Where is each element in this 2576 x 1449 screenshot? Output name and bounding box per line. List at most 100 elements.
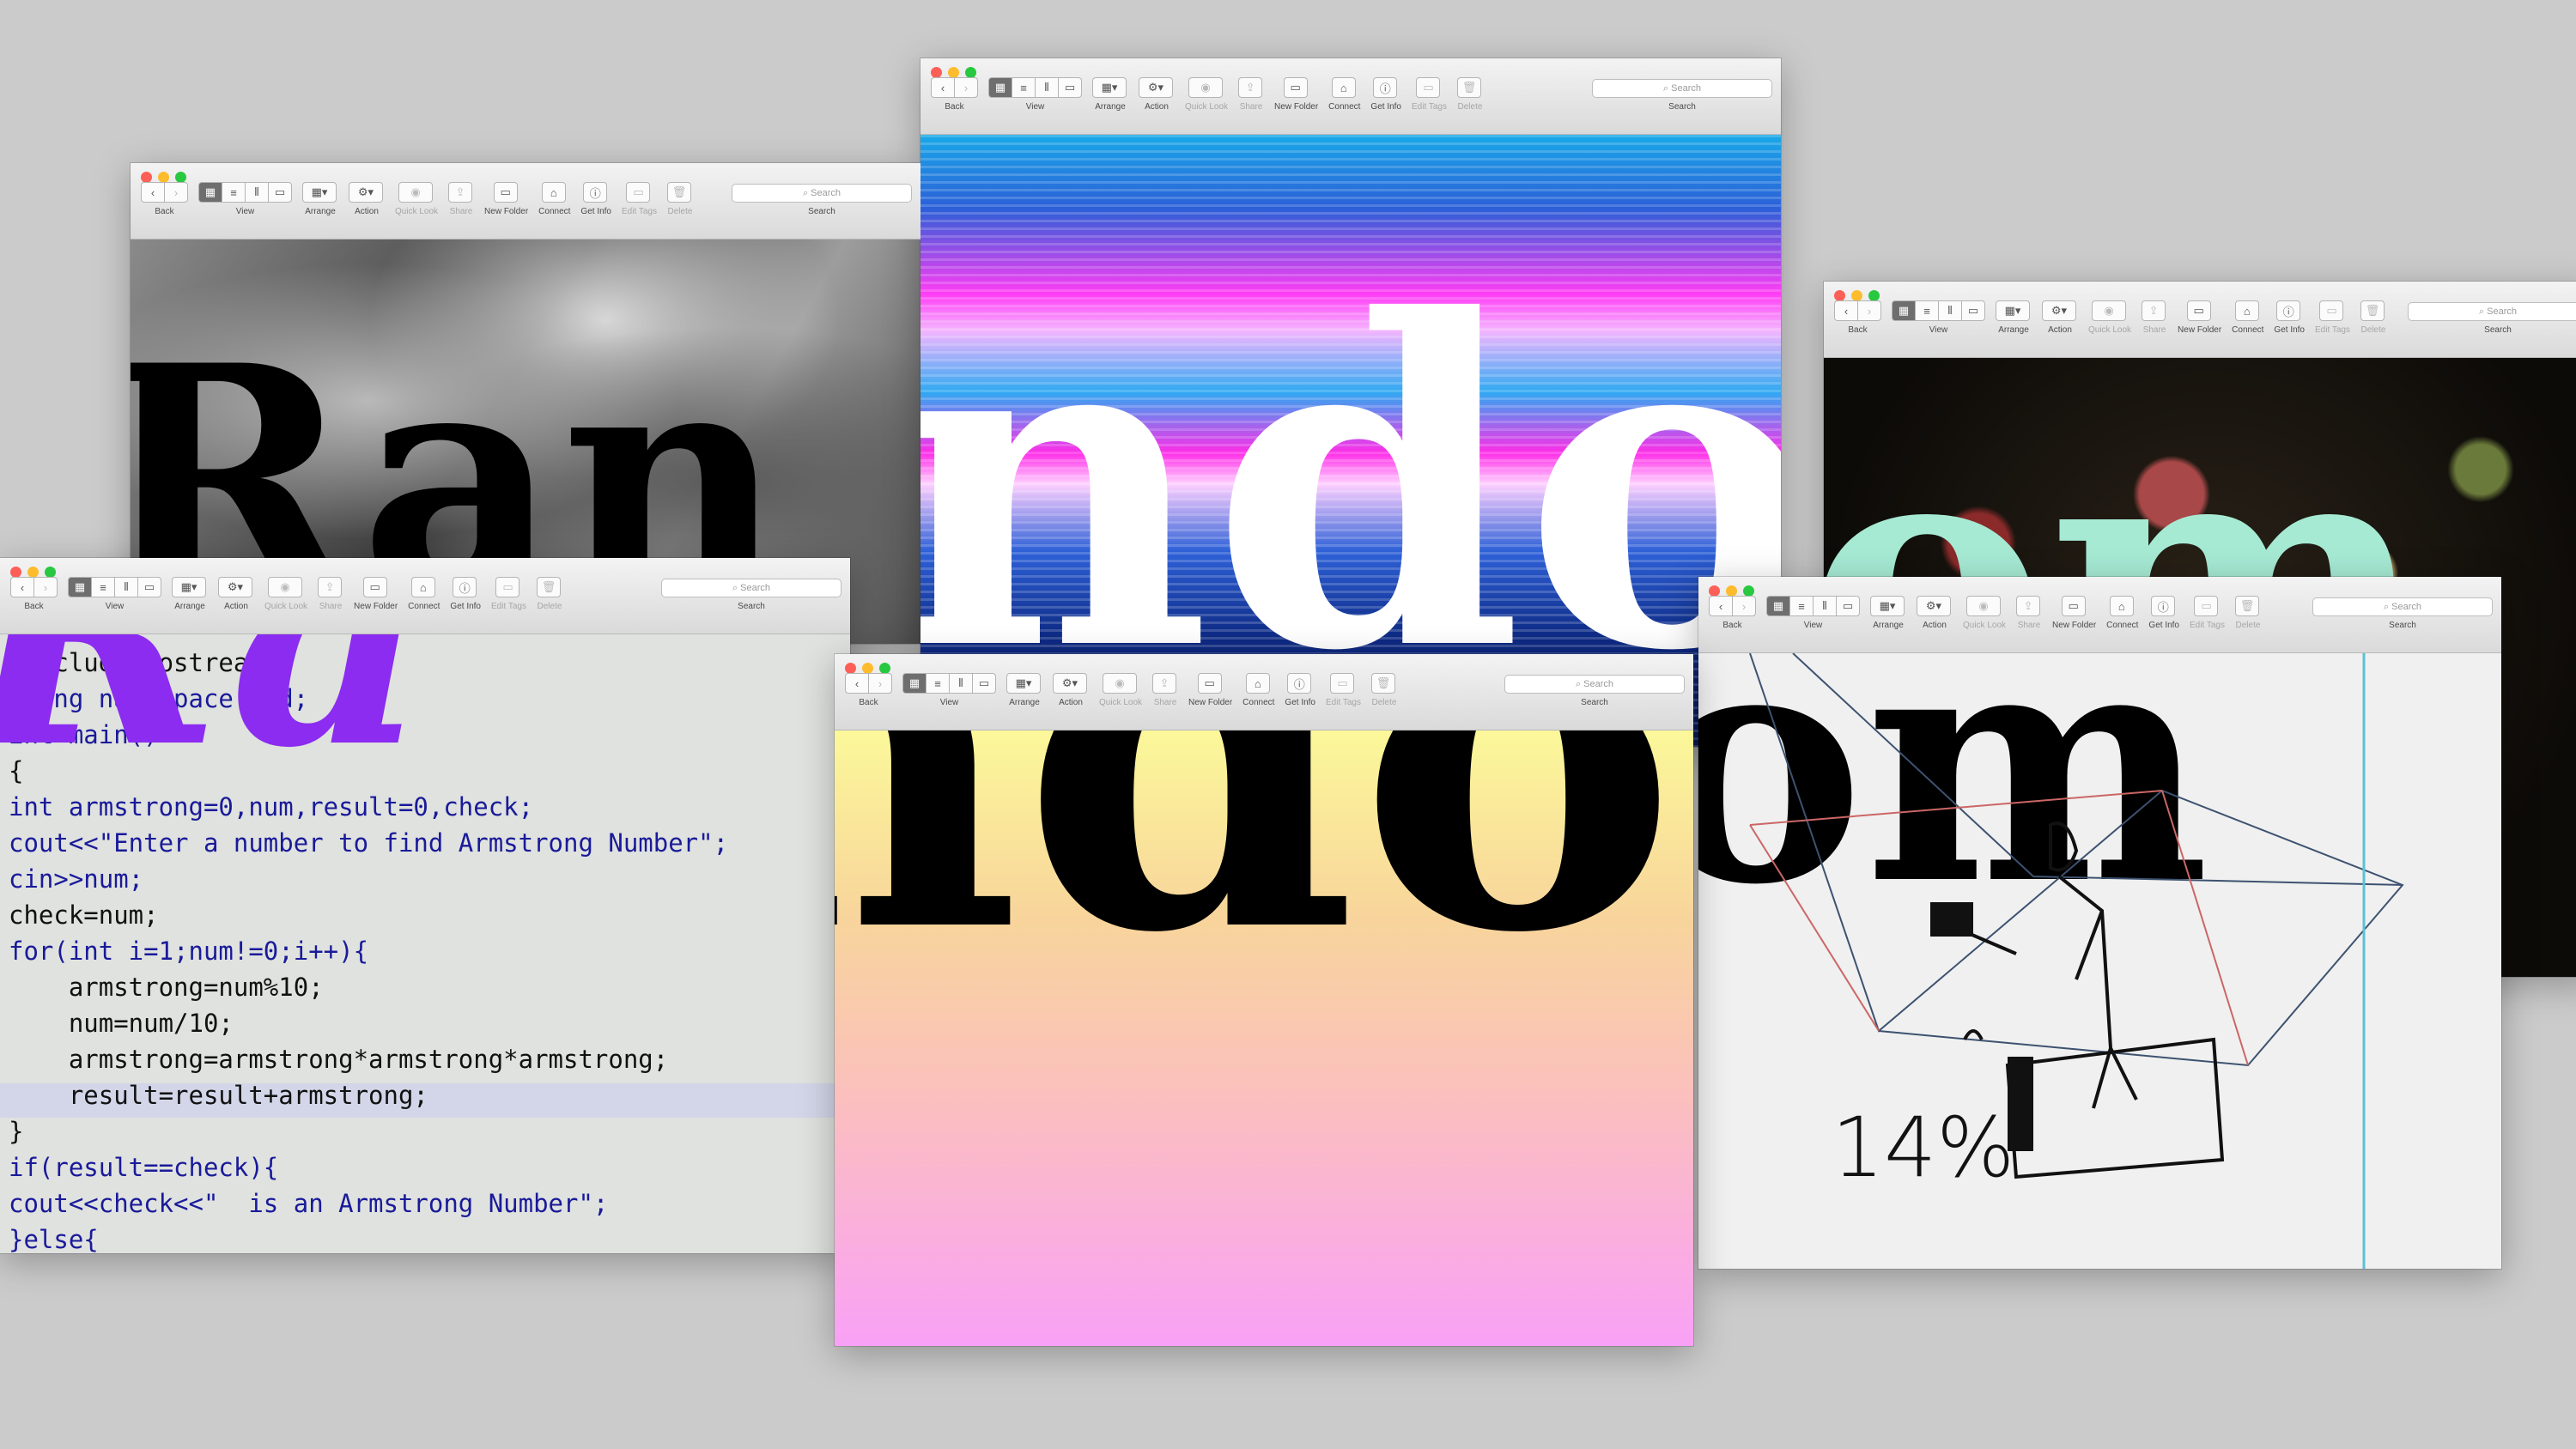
back-button[interactable]: ‹ (1709, 596, 1732, 616)
forward-button[interactable]: › (1857, 300, 1881, 321)
gallery-view-button[interactable]: ▭ (1058, 77, 1082, 98)
edit-tags-button[interactable]: ▭ (1416, 77, 1441, 98)
share-button[interactable]: ⇪ (2016, 596, 2041, 616)
forward-button[interactable]: › (954, 77, 978, 98)
list-view-button[interactable]: ≡ (926, 673, 949, 694)
gallery-view-button[interactable]: ▭ (1961, 300, 1985, 321)
action-button[interactable]: ⚙▾ (218, 577, 252, 597)
gallery-view-button[interactable]: ▭ (972, 673, 996, 694)
back-button[interactable]: ‹ (1834, 300, 1857, 321)
action-button[interactable]: ⚙▾ (1053, 673, 1087, 694)
delete-button[interactable]: 🗑 (1370, 673, 1395, 694)
connect-button[interactable]: ⌂ (2109, 596, 2134, 616)
new-folder-button[interactable]: ▭ (362, 577, 387, 597)
column-view-button[interactable]: ⫴ (1035, 77, 1058, 98)
action-button[interactable]: ⚙▾ (1139, 77, 1173, 98)
quick-look-button[interactable]: ◉ (1966, 596, 2002, 616)
action-button[interactable]: ⚙▾ (2042, 300, 2076, 321)
back-button[interactable]: ‹ (931, 77, 954, 98)
column-view-button[interactable]: ⫴ (114, 577, 137, 597)
delete-button[interactable]: 🗑 (2234, 596, 2259, 616)
gallery-view-button[interactable]: ▭ (137, 577, 161, 597)
get-info-button[interactable]: ⓘ (583, 182, 608, 203)
edit-tags-button[interactable]: ▭ (495, 577, 520, 597)
search-field[interactable]: ⌕ Search (732, 184, 912, 203)
column-view-button[interactable]: ⫴ (1938, 300, 1961, 321)
share-button[interactable]: ⇪ (448, 182, 473, 203)
tag-icon: ▭ (1423, 81, 1434, 94)
connect-button[interactable]: ⌂ (1331, 77, 1356, 98)
arrange-button[interactable]: ▦▾ (1092, 77, 1127, 98)
gallery-view-button[interactable]: ▭ (1836, 596, 1860, 616)
column-view-button[interactable]: ⫴ (1813, 596, 1836, 616)
quick-look-button[interactable]: ◉ (398, 182, 434, 203)
back-button[interactable]: ‹ (845, 673, 868, 694)
delete-button[interactable]: 🗑 (666, 182, 691, 203)
quick-look-button[interactable]: ◉ (1103, 673, 1138, 694)
back-forward-group: ‹ › Back (845, 673, 892, 707)
list-view-button[interactable]: ≡ (1012, 77, 1035, 98)
search-field[interactable]: ⌕ Search (1504, 675, 1685, 694)
new-folder-button[interactable]: ▭ (2186, 300, 2211, 321)
arrange-button[interactable]: ▦▾ (302, 182, 337, 203)
connect-button[interactable]: ⌂ (410, 577, 435, 597)
forward-button[interactable]: › (33, 577, 58, 597)
delete-button[interactable]: 🗑 (2360, 300, 2385, 321)
delete-button[interactable]: 🗑 (536, 577, 561, 597)
connect-button[interactable]: ⌂ (541, 182, 566, 203)
icon-view-button[interactable]: ▦ (902, 673, 926, 694)
column-view-button[interactable]: ⫴ (245, 182, 268, 203)
search-field[interactable]: ⌕ Search (2312, 597, 2493, 616)
connect-button[interactable]: ⌂ (1245, 673, 1270, 694)
arrange-button[interactable]: ▦▾ (1996, 300, 2030, 321)
delete-button[interactable]: 🗑 (1456, 77, 1481, 98)
quick-look-button[interactable]: ◉ (1188, 77, 1224, 98)
get-info-button[interactable]: ⓘ (2151, 596, 2176, 616)
list-view-button[interactable]: ≡ (1915, 300, 1938, 321)
action-button[interactable]: ⚙▾ (1917, 596, 1951, 616)
connect-button[interactable]: ⌂ (2234, 300, 2259, 321)
list-view-button[interactable]: ≡ (1789, 596, 1813, 616)
arrange-button[interactable]: ▦▾ (1006, 673, 1041, 694)
quick-look-button[interactable]: ◉ (2092, 300, 2127, 321)
icon-view-button[interactable]: ▦ (68, 577, 91, 597)
share-button[interactable]: ⇪ (1152, 673, 1177, 694)
search-field[interactable]: ⌕ Search (2408, 302, 2576, 321)
edit-tags-button[interactable]: ▭ (626, 182, 651, 203)
delete-group: 🗑 Delete (1456, 77, 1483, 112)
quick-look-button[interactable]: ◉ (268, 577, 303, 597)
gallery-view-button[interactable]: ▭ (268, 182, 292, 203)
list-view-button[interactable]: ≡ (222, 182, 245, 203)
connect-label: Connect (1242, 698, 1275, 707)
edit-tags-button[interactable]: ▭ (2194, 596, 2219, 616)
search-field[interactable]: ⌕ Search (1592, 79, 1772, 98)
new-folder-button[interactable]: ▭ (493, 182, 518, 203)
icon-view-button[interactable]: ▦ (198, 182, 222, 203)
arrange-button[interactable]: ▦▾ (1870, 596, 1905, 616)
share-button[interactable]: ⇪ (318, 577, 343, 597)
get-info-button[interactable]: ⓘ (1373, 77, 1398, 98)
list-view-button[interactable]: ≡ (91, 577, 114, 597)
search-field[interactable]: ⌕ Search (661, 579, 841, 597)
new-folder-button[interactable]: ▭ (1283, 77, 1308, 98)
arrange-button[interactable]: ▦▾ (172, 577, 206, 597)
new-folder-button[interactable]: ▭ (2061, 596, 2086, 616)
edit-tags-button[interactable]: ▭ (1330, 673, 1355, 694)
get-info-button[interactable]: ⓘ (1287, 673, 1312, 694)
icon-view-button[interactable]: ▦ (1766, 596, 1789, 616)
back-button[interactable]: ‹ (10, 577, 33, 597)
share-button[interactable]: ⇪ (1238, 77, 1263, 98)
action-button[interactable]: ⚙▾ (349, 182, 383, 203)
icon-view-button[interactable]: ▦ (1892, 300, 1915, 321)
icon-view-button[interactable]: ▦ (988, 77, 1012, 98)
forward-button[interactable]: › (164, 182, 188, 203)
get-info-button[interactable]: ⓘ (2276, 300, 2301, 321)
column-view-button[interactable]: ⫴ (949, 673, 972, 694)
forward-button[interactable]: › (1732, 596, 1756, 616)
share-button[interactable]: ⇪ (2142, 300, 2166, 321)
back-button[interactable]: ‹ (141, 182, 164, 203)
forward-button[interactable]: › (868, 673, 892, 694)
get-info-button[interactable]: ⓘ (453, 577, 477, 597)
new-folder-button[interactable]: ▭ (1197, 673, 1222, 694)
edit-tags-button[interactable]: ▭ (2319, 300, 2344, 321)
